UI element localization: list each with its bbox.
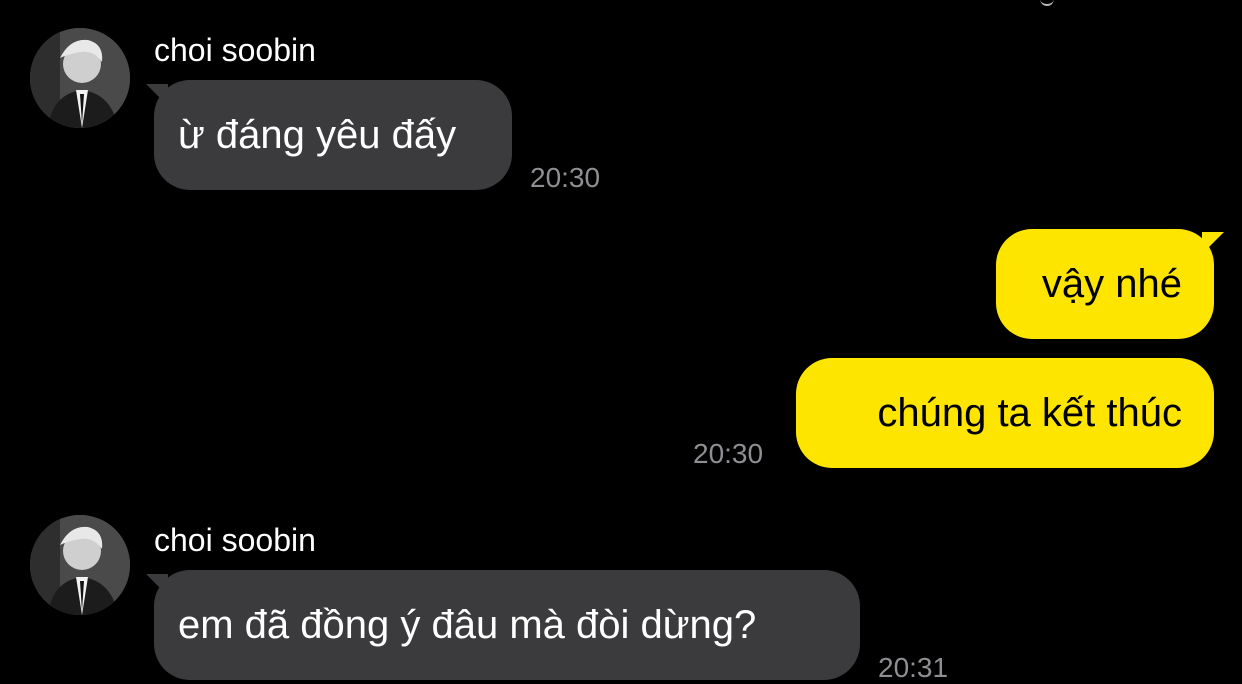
message-bubble-incoming[interactable]: ừ đáng yêu đấy [154, 80, 512, 190]
message-text: vậy nhé [1041, 262, 1182, 306]
sender-name: choi soobin [154, 32, 316, 68]
avatar[interactable] [30, 28, 130, 128]
message-bubble-incoming[interactable]: em đã đồng ý đâu mà đòi dừng? [154, 570, 860, 680]
message-text: ừ đáng yêu đấy [178, 113, 457, 157]
message-bubble-outgoing[interactable]: vậy nhé [996, 229, 1214, 339]
sender-name: choi soobin [154, 522, 316, 558]
profile-photo-icon [30, 515, 130, 615]
message-timestamp: 20:31 [878, 652, 949, 683]
message-timestamp: 20:30 [693, 438, 764, 469]
message-text: chúng ta kết thúc [877, 391, 1182, 435]
avatar[interactable] [30, 515, 130, 615]
status-glyph-icon [1040, 0, 1054, 6]
profile-photo-icon [30, 28, 130, 128]
message-text: em đã đồng ý đâu mà đòi dừng? [178, 603, 757, 647]
message-timestamp: 20:30 [530, 162, 601, 193]
message-bubble-outgoing[interactable]: chúng ta kết thúc [796, 358, 1214, 468]
